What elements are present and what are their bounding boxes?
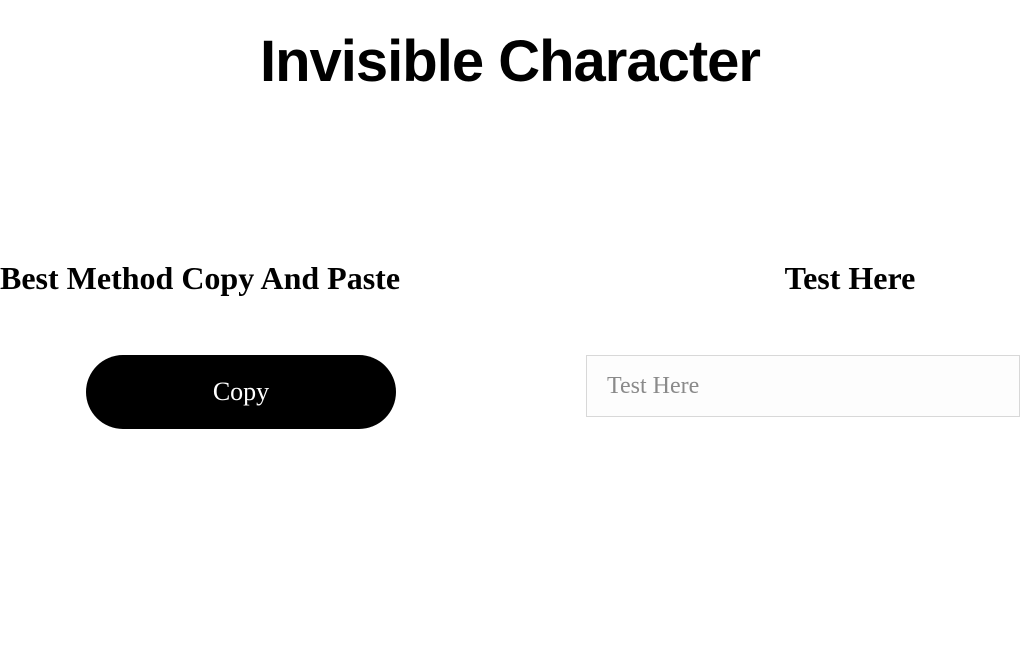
test-section: Test Here: [520, 260, 1020, 429]
copy-section: Best Method Copy And Paste Copy: [0, 260, 520, 429]
test-input[interactable]: [586, 355, 1020, 417]
page-title: Invisible Character: [0, 28, 1020, 95]
copy-section-heading: Best Method Copy And Paste: [0, 260, 400, 297]
test-section-heading: Test Here: [785, 260, 916, 297]
main-columns: Best Method Copy And Paste Copy Test Her…: [0, 260, 1020, 429]
copy-button[interactable]: Copy: [86, 355, 396, 429]
copy-button-label: Copy: [213, 377, 269, 407]
